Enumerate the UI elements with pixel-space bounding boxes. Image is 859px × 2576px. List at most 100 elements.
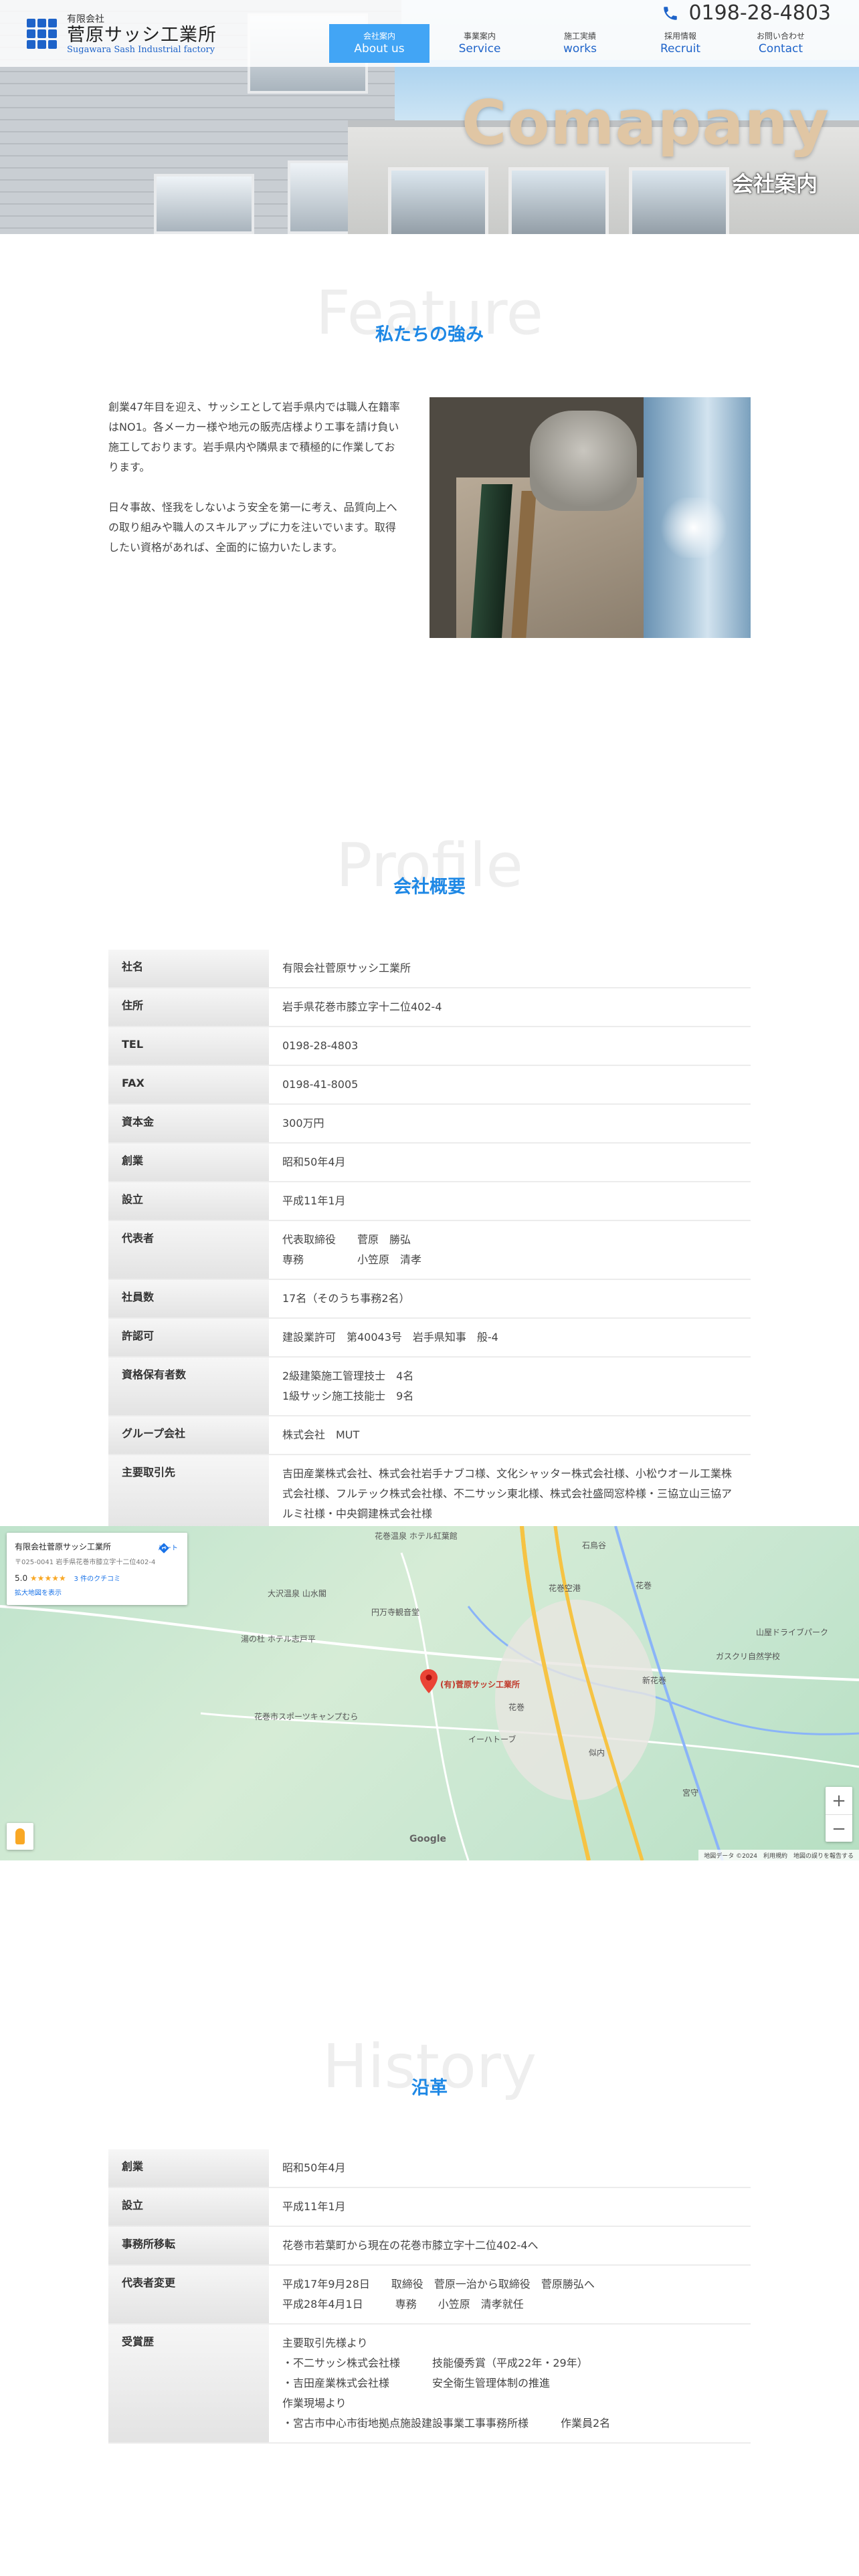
row-value-line: 主要取引先様より xyxy=(282,2337,368,2349)
map-label: 花巻温泉 ホテル紅葉館 xyxy=(375,1531,458,1541)
history-heading: History 沿革 xyxy=(0,2037,859,2099)
map-place-name: 有限会社菅原サッシ工業所 xyxy=(15,1542,112,1551)
map-label: 花巻空港 xyxy=(549,1584,581,1593)
map-label: 湯の杜 ホテル志戸平 xyxy=(241,1634,316,1644)
street-view-button[interactable] xyxy=(7,1823,33,1850)
row-value: 昭和50年4月 xyxy=(269,1143,751,1182)
pegman-icon xyxy=(15,1828,25,1844)
nav-works[interactable]: 施工実績 works xyxy=(530,24,630,63)
nav-recruit[interactable]: 採用情報 Recruit xyxy=(630,24,731,63)
row-value-line: 0198-28-4803 xyxy=(282,1039,359,1052)
map-review-count[interactable]: 3 件のクチコミ xyxy=(74,1576,121,1583)
star-icon: ★★★★★ xyxy=(29,1574,66,1583)
row-value: 有限会社菅原サッシ工業所 xyxy=(269,950,751,988)
table-row: 事務所移転 花巻市若葉町から現在の花巻市膝立字十二位402-4へ xyxy=(108,2226,751,2265)
map-label: 似内 xyxy=(589,1748,605,1757)
table-row: 創業 昭和50年4月 xyxy=(108,2149,751,2187)
row-label: グループ会社 xyxy=(108,1416,269,1455)
map-label: 宮守 xyxy=(682,1788,699,1798)
zoom-in-button[interactable]: + xyxy=(826,1787,852,1814)
table-row: グループ会社 株式会社 MUT xyxy=(108,1416,751,1455)
map-zoom-control: + − xyxy=(826,1787,852,1842)
feature-photo xyxy=(430,397,751,638)
hero-subtitle: 会社案内 xyxy=(731,171,818,197)
row-value-line: 300万円 xyxy=(282,1117,324,1130)
table-row: 代表者変更 平成17年9月28日 取締役 菅原一治から取締役 菅原勝弘へ 平成28年… xyxy=(108,2265,751,2324)
row-value-line: 0198-41-8005 xyxy=(282,1078,359,1091)
row-value: 建設業許可 第40043号 岩手県知事 般-4 xyxy=(269,1318,751,1357)
map-info-card: 有限会社菅原サッシ工業所 〒025-0041 岩手県花巻市膝立字十二位402-4… xyxy=(7,1533,187,1605)
row-value-line: 株式会社 MUT xyxy=(282,1428,360,1441)
nav-about-en: About us xyxy=(354,42,405,56)
row-label: 創業 xyxy=(108,1143,269,1182)
table-row: FAX 0198-41-8005 xyxy=(108,1065,751,1104)
map-pin-icon[interactable] xyxy=(420,1669,438,1693)
row-value: 平成11年1月 xyxy=(269,2187,751,2226)
profile-heading: Profile 会社概要 xyxy=(0,836,859,898)
logo-company-name: 菅原サッシ工業所 xyxy=(67,25,217,46)
nav-about[interactable]: 会社案内 About us xyxy=(329,24,430,63)
google-map[interactable]: 有限会社菅原サッシ工業所 〒025-0041 岩手県花巻市膝立字十二位402-4… xyxy=(0,1526,859,1860)
row-value-line: 昭和50年4月 xyxy=(282,1156,346,1168)
map-pin-label[interactable]: (有)菅原サッシ工業所 xyxy=(440,1679,520,1690)
row-value-line: 平成17年9月28日 取締役 菅原一治から取締役 菅原勝弘へ xyxy=(282,2278,595,2290)
row-value-line: 吉田産業株式会社、株式会社岩手ナブコ様、文化シャッター株式会社様、小松ウオール工… xyxy=(282,1467,733,1520)
header-phone[interactable]: 0198-28-4803 xyxy=(662,1,831,25)
map-label: 花巻市スポーツキャンプむら xyxy=(254,1712,359,1721)
map-label: ガスクリ自然学校 xyxy=(716,1652,781,1661)
feature-paragraph: 日々事故、怪我をしないよう安全を第一に考え、品質向上への取り組みや職人のスキルア… xyxy=(108,501,397,554)
table-row: 資本金 300万円 xyxy=(108,1104,751,1143)
row-label: 設立 xyxy=(108,1182,269,1220)
google-logo: Google xyxy=(409,1834,447,1844)
row-value: 主要取引先様より ・不二サッシ株式会社様 技能優秀賞（平成22年・29年） ・吉田産… xyxy=(269,2324,751,2443)
directions-icon xyxy=(159,1543,169,1553)
table-row: TEL 0198-28-4803 xyxy=(108,1027,751,1065)
row-label: 事務所移転 xyxy=(108,2226,269,2265)
nav-contact-en: Contact xyxy=(758,42,803,56)
map-label: 花巻 xyxy=(508,1703,525,1712)
nav-contact-jp: お問い合わせ xyxy=(756,31,805,41)
row-value: 17名（そのうち事務2名） xyxy=(269,1279,751,1318)
table-row: 受賞歴 主要取引先様より ・不二サッシ株式会社様 技能優秀賞（平成22年・29年） ・… xyxy=(108,2324,751,2443)
map-place-address: 〒025-0041 岩手県花巻市膝立字十二位402-4 xyxy=(15,1559,156,1566)
row-value: 代表取締役 菅原 勝弘 専務 小笠原 清孝 xyxy=(269,1220,751,1279)
hero-title: Comapany xyxy=(461,87,830,158)
nav-contact[interactable]: お問い合わせ Contact xyxy=(731,24,831,63)
row-label: 主要取引先 xyxy=(108,1455,269,1533)
row-value-line: 平成11年1月 xyxy=(282,1194,346,1207)
table-row: 社名 有限会社菅原サッシ工業所 xyxy=(108,950,751,988)
map-label: 石鳥谷 xyxy=(582,1541,607,1550)
map-enlarge-link[interactable]: 拡大地図を表示 xyxy=(15,1587,179,1597)
row-value-line: 昭和50年4月 xyxy=(282,2161,346,2174)
row-label: 受賞歴 xyxy=(108,2324,269,2443)
nav-service[interactable]: 事業案内 Service xyxy=(430,24,530,63)
row-label: 資本金 xyxy=(108,1104,269,1143)
map-attribution[interactable]: 地図データ ©2024 利用規約 地図の誤りを報告する xyxy=(698,1850,859,1860)
row-value-line: 花巻市若葉町から現在の花巻市膝立字十二位402-4へ xyxy=(282,2239,539,2252)
table-row: 許認可 建設業許可 第40043号 岩手県知事 般-4 xyxy=(108,1318,751,1357)
row-value: 岩手県花巻市膝立字十二位402-4 xyxy=(269,988,751,1027)
row-value-line: ・不二サッシ株式会社様 技能優秀賞（平成22年・29年） xyxy=(282,2357,588,2369)
map-label: 円万寺観音堂 xyxy=(371,1608,420,1617)
row-label: 住所 xyxy=(108,988,269,1027)
row-value: 0198-28-4803 xyxy=(269,1027,751,1065)
row-label: 創業 xyxy=(108,2149,269,2187)
logo-grid-icon xyxy=(27,19,59,51)
profile-title: 会社概要 xyxy=(393,877,466,897)
map-directions[interactable]: ルート xyxy=(158,1542,178,1553)
map-rating: 5.0 ★★★★★ 3 件のクチコミ xyxy=(15,1573,179,1583)
site-logo[interactable]: 有限会社 菅原サッシ工業所 Sugawara Sash Industrial f… xyxy=(27,14,217,56)
row-value: 2級建築施工管理技士 4名 1級サッシ施工技能士 9名 xyxy=(269,1357,751,1416)
feature-heading: Feature 私たちの強み xyxy=(0,284,859,346)
row-value-line: 1級サッシ施工技能士 9名 xyxy=(282,1390,414,1402)
map-label: 山屋ドライブパーク xyxy=(756,1628,829,1637)
row-value-line: 建設業許可 第40043号 岩手県知事 般-4 xyxy=(282,1331,498,1344)
nav-about-jp: 会社案内 xyxy=(363,31,395,41)
map-rating-value: 5.0 xyxy=(15,1574,28,1583)
history-table: 創業 昭和50年4月 設立 平成11年1月 事務所移転 花巻市若葉町から現在の花巻市膝立字… xyxy=(108,2149,751,2444)
zoom-out-button[interactable]: − xyxy=(826,1815,852,1842)
nav-service-en: Service xyxy=(458,42,501,56)
row-value-line: 平成11年1月 xyxy=(282,2200,346,2213)
row-value-line: 17名（そのうち事務2名） xyxy=(282,1292,410,1305)
table-row: 主要取引先 吉田産業株式会社、株式会社岩手ナブコ様、文化シャッター株式会社様、小松… xyxy=(108,1455,751,1533)
